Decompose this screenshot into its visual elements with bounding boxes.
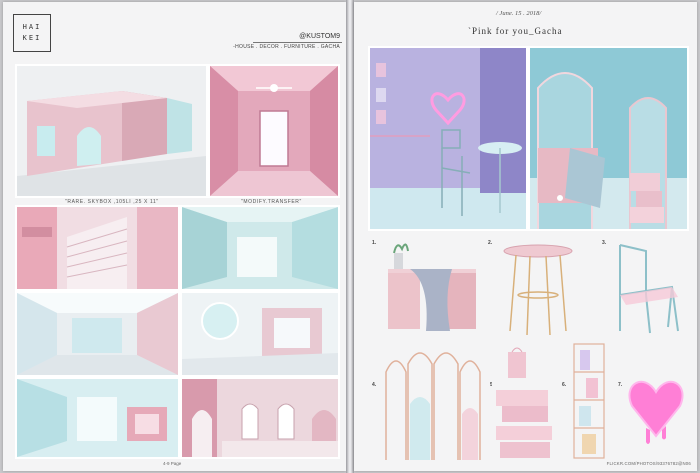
photo-skybox-exterior (15, 64, 208, 198)
left-page: HAI KEI @KUSTOM9 -HOUSE . DECOR . FURNIT… (3, 2, 346, 471)
photo-neon-heart-room (368, 46, 528, 231)
photo-arched-windows (180, 377, 340, 459)
photo-credit: FLICKR.COM/PHOTOS/93376782@N06 (606, 461, 691, 466)
photo-blue-hall (15, 377, 180, 459)
item-chair (606, 235, 690, 341)
item-desk (380, 235, 484, 341)
item-number-4: 4. (372, 382, 377, 388)
item-arch-divider (380, 344, 488, 462)
item-number-2: 2. (488, 240, 493, 246)
photo-long-corridor (15, 291, 180, 377)
magazine-spread: HAI KEI @KUSTOM9 -HOUSE . DECOR . FURNIT… (0, 0, 700, 473)
item-number-1: 1. (372, 240, 377, 246)
gacha-title: `Pink for you_Gacha (468, 26, 563, 36)
logo-line-2: KEI (22, 34, 42, 42)
photo-teal-corridor (180, 205, 340, 291)
item-wall-shelf (566, 340, 612, 462)
photo-round-window (180, 291, 340, 377)
item-gift-boxes (492, 344, 560, 462)
item-bistro-table (494, 235, 582, 341)
tagline: -HOUSE . DECOR . FURNITURE . GACHA (233, 44, 340, 50)
item-neon-heart (622, 366, 690, 456)
logo-line-1: HAI (22, 23, 42, 31)
page-number: 4-9 Page (163, 461, 182, 466)
book-gutter (346, 0, 354, 473)
header-rule (253, 42, 342, 43)
photo-interior-window (208, 64, 340, 198)
right-page: / June. 15 . 2018/ `Pink for you_Gacha 1… (354, 2, 697, 471)
haikei-logo: HAI KEI (13, 14, 51, 52)
photo-stairs (15, 205, 180, 291)
brand-handle: @KUSTOM9 (299, 33, 340, 40)
photo-arch-room (528, 46, 689, 231)
issue-date: / June. 15 . 2018/ (496, 10, 542, 17)
